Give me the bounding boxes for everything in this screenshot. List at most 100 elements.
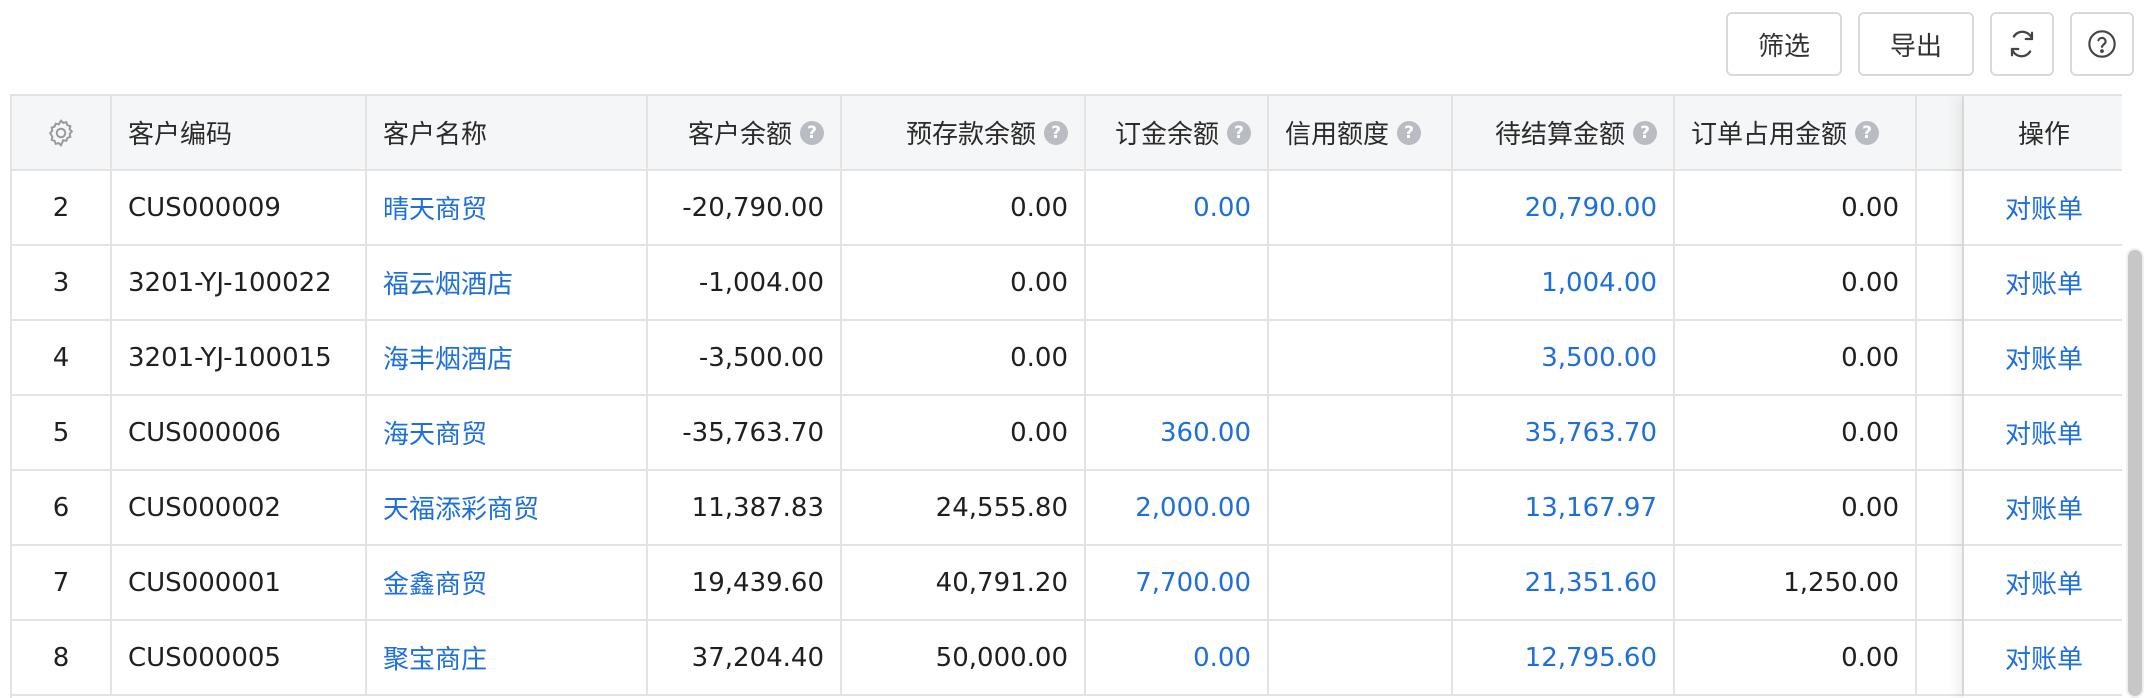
- deposit-balance-link[interactable]: [1086, 246, 1269, 321]
- table-row[interactable]: 5 CUS000006 海天商贸 -35,763.70 0.00 360.00 …: [12, 396, 1964, 471]
- help-icon: [2088, 30, 2116, 58]
- deposit-balance-link[interactable]: 0.00: [1086, 171, 1269, 246]
- column-header-balance[interactable]: 客户余额?: [648, 96, 842, 171]
- customer-name-link[interactable]: 海丰烟酒店: [367, 321, 648, 396]
- row-index: 4: [12, 321, 112, 396]
- settle-amount-link[interactable]: 12,795.60: [1453, 621, 1675, 696]
- statement-link[interactable]: 对账单: [1964, 621, 2122, 696]
- action-column-header: 操作: [1964, 96, 2122, 171]
- help-icon[interactable]: ?: [1397, 120, 1422, 145]
- occupied-amount: 0.00: [1675, 171, 1917, 246]
- statement-link[interactable]: 对账单: [1964, 321, 2122, 396]
- customer-balance-table: 客户编码 客户名称 客户余额? 预存款余额? 订金余额? 信用额度? 待结算金额…: [10, 94, 2122, 698]
- statement-link[interactable]: 对账单: [1964, 171, 2122, 246]
- refresh-button[interactable]: [1990, 12, 2054, 76]
- column-header-deposit[interactable]: 订金余额?: [1086, 96, 1269, 171]
- deposit-balance-link[interactable]: 2,000.00: [1086, 471, 1269, 546]
- statement-link[interactable]: 对账单: [1964, 246, 2122, 321]
- customer-name-link[interactable]: 聚宝商庄: [367, 621, 648, 696]
- statement-link[interactable]: 对账单: [1964, 546, 2122, 621]
- column-header-prepay[interactable]: 预存款余额?: [842, 96, 1086, 171]
- customer-name-link[interactable]: 福云烟酒店: [367, 246, 648, 321]
- deposit-balance-link[interactable]: 360.00: [1086, 396, 1269, 471]
- column-header-name[interactable]: 客户名称: [367, 96, 648, 171]
- export-button[interactable]: 导出: [1858, 12, 1974, 76]
- customer-code: 3201-YJ-100015: [112, 321, 367, 396]
- column-header-code[interactable]: 客户编码: [112, 96, 367, 171]
- customer-balance: -20,790.00: [648, 171, 842, 246]
- column-settings-button[interactable]: [12, 96, 112, 171]
- credit-limit: [1269, 396, 1453, 471]
- row-spacer: [1917, 546, 1964, 621]
- customer-code: CUS000009: [112, 171, 367, 246]
- vertical-scrollbar-thumb[interactable]: [2128, 250, 2142, 696]
- row-index: 8: [12, 621, 112, 696]
- customer-code: CUS000005: [112, 621, 367, 696]
- customer-code: CUS000002: [112, 471, 367, 546]
- credit-limit: [1269, 246, 1453, 321]
- help-icon[interactable]: ?: [800, 120, 824, 145]
- deposit-balance-link[interactable]: [1086, 321, 1269, 396]
- customer-name-link[interactable]: 天福添彩商贸: [367, 471, 648, 546]
- settle-amount-link[interactable]: 20,790.00: [1453, 171, 1675, 246]
- credit-limit: [1269, 321, 1453, 396]
- help-icon[interactable]: ?: [1044, 120, 1068, 145]
- statement-link[interactable]: 对账单: [1964, 396, 2122, 471]
- column-header-occupied[interactable]: 订单占用金额?: [1675, 96, 1917, 171]
- row-index: 7: [12, 546, 112, 621]
- customer-code: CUS000001: [112, 546, 367, 621]
- help-icon[interactable]: ?: [1855, 120, 1880, 145]
- help-icon[interactable]: ?: [1227, 120, 1251, 145]
- settle-amount-link[interactable]: 21,351.60: [1453, 546, 1675, 621]
- deposit-balance-link[interactable]: 0.00: [1086, 621, 1269, 696]
- credit-limit: [1269, 471, 1453, 546]
- table-header: 客户编码 客户名称 客户余额? 预存款余额? 订金余额? 信用额度? 待结算金额…: [12, 96, 2122, 171]
- settle-amount-link[interactable]: 35,763.70: [1453, 396, 1675, 471]
- row-spacer: [1917, 246, 1964, 321]
- table-row[interactable]: 7 CUS000001 金鑫商贸 19,439.60 40,791.20 7,7…: [12, 546, 1964, 621]
- customer-name-link[interactable]: 金鑫商贸: [367, 546, 648, 621]
- column-header-credit[interactable]: 信用额度?: [1269, 96, 1453, 171]
- customer-balance: 19,439.60: [648, 546, 842, 621]
- occupied-amount: 0.00: [1675, 321, 1917, 396]
- table-row[interactable]: 2 CUS000009 晴天商贸 -20,790.00 0.00 0.00 20…: [12, 171, 1964, 246]
- settle-amount-link[interactable]: 1,004.00: [1453, 246, 1675, 321]
- table-row[interactable]: 6 CUS000002 天福添彩商贸 11,387.83 24,555.80 2…: [12, 471, 1964, 546]
- filter-button[interactable]: 筛选: [1726, 12, 1842, 76]
- table-row[interactable]: 8 CUS000005 聚宝商庄 37,204.40 50,000.00 0.0…: [12, 621, 1964, 696]
- table-row[interactable]: 3 3201-YJ-100022 福云烟酒店 -1,004.00 0.00 1,…: [12, 246, 1964, 321]
- table-row[interactable]: 4 3201-YJ-100015 海丰烟酒店 -3,500.00 0.00 3,…: [12, 321, 1964, 396]
- help-icon[interactable]: ?: [1633, 120, 1657, 145]
- row-spacer: [1917, 321, 1964, 396]
- customer-balance: -35,763.70: [648, 396, 842, 471]
- customer-balance: -1,004.00: [648, 246, 842, 321]
- settle-amount-link[interactable]: 3,500.00: [1453, 321, 1675, 396]
- occupied-amount: 0.00: [1675, 246, 1917, 321]
- credit-limit: [1269, 621, 1453, 696]
- occupied-amount: 1,250.00: [1675, 546, 1917, 621]
- customer-name-link[interactable]: 晴天商贸: [367, 171, 648, 246]
- action-column: 操作 对账单 对账单 对账单 对账单 对账单 对账单 对账单: [1964, 96, 2122, 698]
- prepay-balance: 50,000.00: [842, 621, 1086, 696]
- help-button[interactable]: [2070, 12, 2134, 76]
- settle-amount-link[interactable]: 13,167.97: [1453, 471, 1675, 546]
- credit-limit: [1269, 546, 1453, 621]
- row-spacer: [1917, 171, 1964, 246]
- prepay-balance: 0.00: [842, 321, 1086, 396]
- row-spacer: [1917, 396, 1964, 471]
- prepay-balance: 0.00: [842, 171, 1086, 246]
- row-index: 5: [12, 396, 112, 471]
- prepay-balance: 40,791.20: [842, 546, 1086, 621]
- occupied-amount: 0.00: [1675, 471, 1917, 546]
- row-index: 3: [12, 246, 112, 321]
- customer-name-link[interactable]: 海天商贸: [367, 396, 648, 471]
- column-header-settle[interactable]: 待结算金额?: [1453, 96, 1675, 171]
- column-header-spacer: [1917, 96, 1964, 171]
- deposit-balance-link[interactable]: 7,700.00: [1086, 546, 1269, 621]
- row-index: 2: [12, 171, 112, 246]
- credit-limit: [1269, 171, 1453, 246]
- prepay-balance: 0.00: [842, 396, 1086, 471]
- row-index: 6: [12, 471, 112, 546]
- prepay-balance: 0.00: [842, 246, 1086, 321]
- statement-link[interactable]: 对账单: [1964, 471, 2122, 546]
